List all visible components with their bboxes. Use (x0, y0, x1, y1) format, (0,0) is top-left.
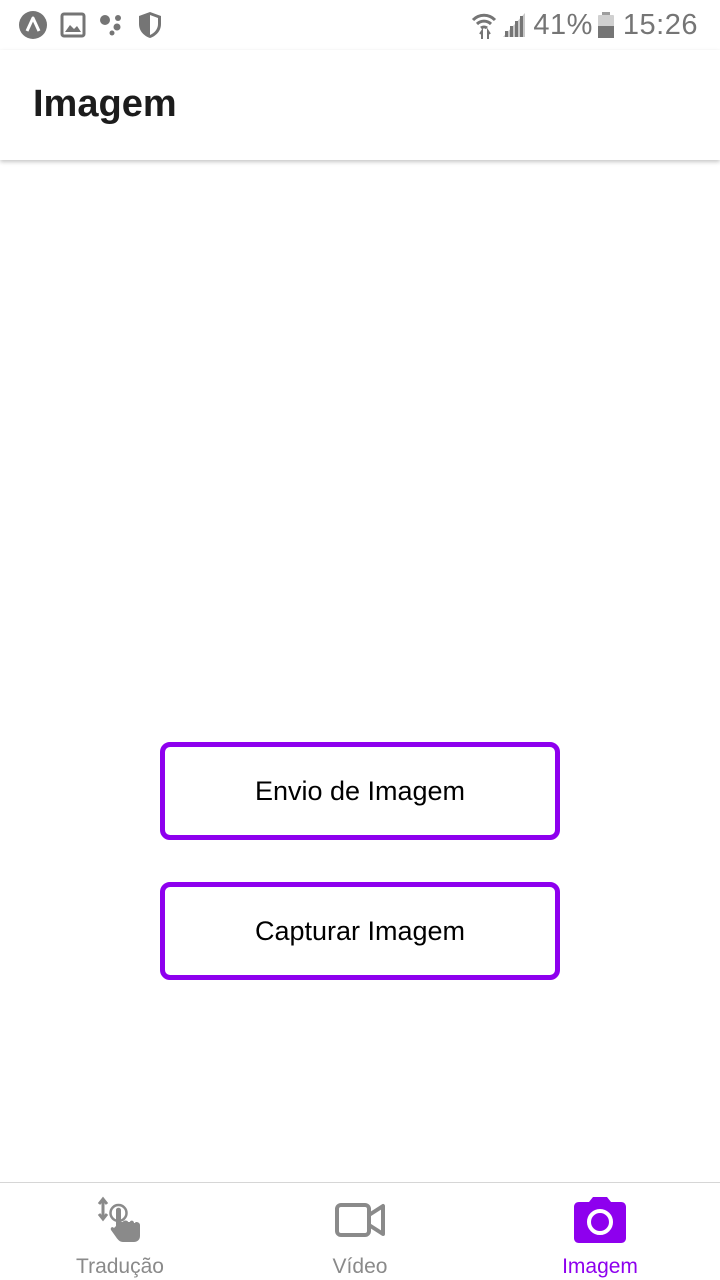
signal-icon (501, 11, 527, 39)
nav-tab-imagem[interactable]: Imagem (480, 1183, 720, 1280)
nav-tab-traducao[interactable]: Tradução (0, 1183, 240, 1280)
assistant-dots-icon (98, 12, 126, 38)
battery-percent: 41% (533, 8, 593, 41)
battery-icon (597, 11, 615, 39)
app-logo-icon (18, 10, 48, 40)
app-bar: Imagem (0, 50, 720, 160)
capture-image-button[interactable]: Capturar Imagem (160, 882, 560, 980)
upload-image-button-label: Envio de Imagem (254, 775, 466, 806)
camera-icon (572, 1195, 628, 1245)
wifi-icon (471, 10, 497, 40)
upload-image-button[interactable]: Envio de Imagem (160, 742, 560, 840)
main-content: Envio de Imagem Capturar Imagem (0, 160, 720, 1182)
nav-tab-imagem-label: Imagem (562, 1255, 638, 1278)
status-bar: 41% 15:26 (0, 0, 720, 50)
bottom-navigation: Tradução Vídeo Imagem (0, 1182, 720, 1280)
status-notification-icons (18, 10, 162, 40)
swipe-touch-icon (92, 1195, 148, 1245)
status-clock: 15:26 (622, 8, 698, 41)
status-system-icons: 41% 15:26 (471, 8, 698, 42)
videocam-icon (332, 1195, 388, 1245)
image-icon (60, 12, 86, 38)
page-title: Imagem (33, 83, 177, 125)
nav-tab-traducao-label: Tradução (76, 1255, 164, 1278)
shield-icon (138, 11, 162, 39)
nav-tab-video[interactable]: Vídeo (240, 1183, 480, 1280)
nav-tab-video-label: Vídeo (332, 1255, 388, 1278)
capture-image-button-label: Capturar Imagem (254, 915, 466, 946)
